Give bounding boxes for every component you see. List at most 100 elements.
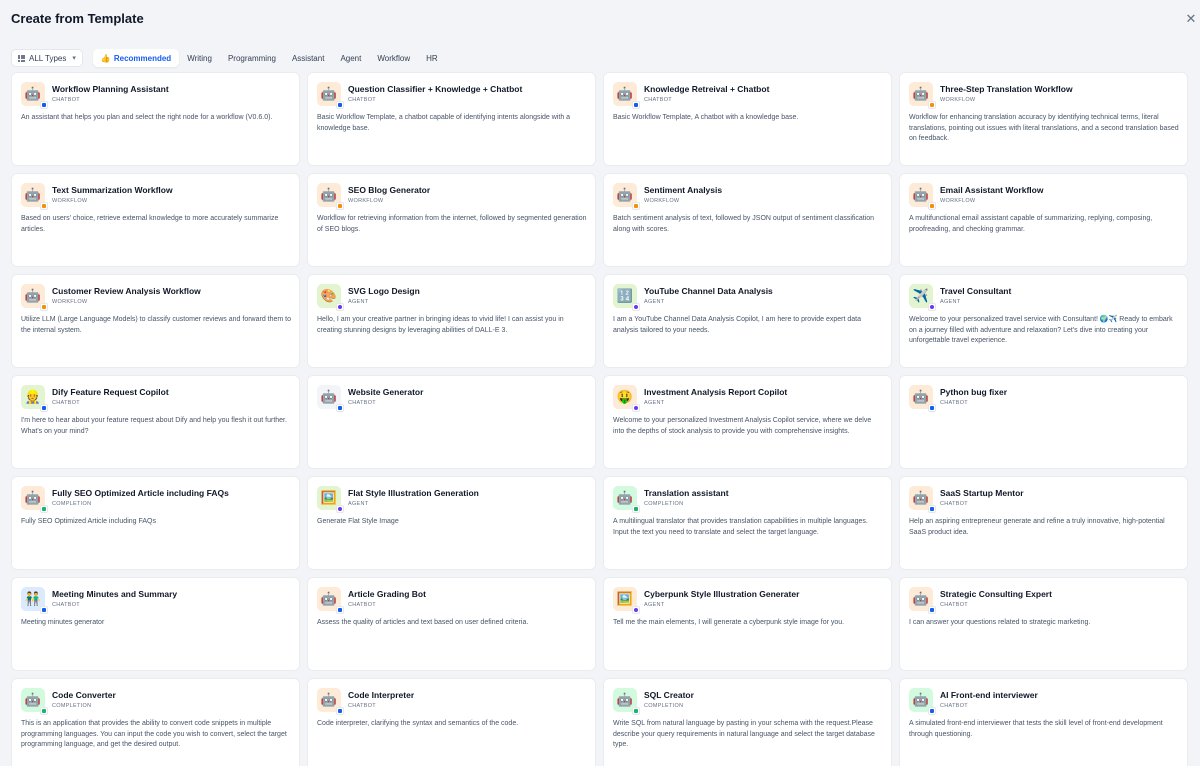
tab-assistant[interactable]: Assistant bbox=[284, 49, 332, 67]
tab-label: Writing bbox=[187, 53, 212, 63]
template-card[interactable]: 🤖 Text Summarization Workflow WORKFLOW Base… bbox=[11, 173, 300, 267]
template-card[interactable]: ✈️ Travel Consultant AGENT Welcome to your … bbox=[899, 274, 1188, 368]
tab-label: Assistant bbox=[291, 53, 325, 63]
type-select[interactable]: ALL Types ▾ bbox=[11, 49, 83, 67]
template-name: Strategic Consulting Expert bbox=[940, 589, 1052, 599]
app-emoji-icon: 🤖 bbox=[616, 86, 634, 101]
template-name: Investment Analysis Report Copilot bbox=[644, 387, 788, 397]
close-icon[interactable]: ✕ bbox=[1184, 12, 1198, 26]
template-type: CHATBOT bbox=[348, 602, 376, 608]
template-type: WORKFLOW bbox=[52, 299, 88, 305]
template-card[interactable]: 🤖 Knowledge Retreival + Chatbot CHATBOT Bas… bbox=[603, 72, 892, 166]
template-card[interactable]: 🤖 Sentiment Analysis WORKFLOW Batch sentime… bbox=[603, 173, 892, 267]
template-card[interactable]: 🤖 Website Generator CHATBOT bbox=[307, 375, 596, 469]
template-description: Meeting minutes generator bbox=[21, 619, 105, 626]
template-type: CHATBOT bbox=[940, 703, 968, 709]
chatbot-type-icon bbox=[632, 101, 640, 109]
template-card[interactable]: 👷 Dify Feature Request Copilot CHATBOT I'm … bbox=[11, 375, 300, 469]
template-name: Dify Feature Request Copilot bbox=[52, 387, 169, 397]
template-name: Three-Step Translation Workflow bbox=[940, 84, 1073, 94]
chatbot-type-icon bbox=[336, 606, 344, 614]
app-emoji-icon: 🤖 bbox=[320, 86, 338, 101]
template-name: Flat Style Illustration Generation bbox=[348, 488, 479, 498]
template-card[interactable]: 🤖 Email Assistant Workflow WORKFLOW A multi… bbox=[899, 173, 1188, 267]
template-description: Generate Flat Style Image bbox=[317, 518, 399, 525]
template-card[interactable]: 🔢 YouTube Channel Data Analysis AGENT I am … bbox=[603, 274, 892, 368]
app-icon: 🤖 bbox=[317, 587, 344, 614]
chevron-down-icon: ▾ bbox=[72, 55, 76, 62]
template-description: A simulated front-end interviewer that t… bbox=[909, 720, 1163, 738]
template-name: Email Assistant Workflow bbox=[940, 185, 1044, 195]
template-card[interactable]: 🤖 Three-Step Translation Workflow WORKFLOW… bbox=[899, 72, 1188, 166]
template-description: Help an aspiring entrepreneur generate a… bbox=[909, 518, 1165, 536]
template-card[interactable]: 🖼️ Cyberpunk Style Illustration Generater… bbox=[603, 577, 892, 671]
template-card[interactable]: 🤖 SEO Blog Generator WORKFLOW Workflow for … bbox=[307, 173, 596, 267]
tab-agent[interactable]: Agent bbox=[332, 49, 369, 67]
thumbs-up-icon: 👍 bbox=[100, 53, 111, 63]
template-type: WORKFLOW bbox=[52, 198, 88, 204]
template-card[interactable]: 🖼️ Flat Style Illustration Generation AGEN… bbox=[307, 476, 596, 570]
template-type: CHATBOT bbox=[940, 400, 968, 406]
template-description: Welcome to your personalized travel serv… bbox=[909, 316, 1173, 344]
template-card[interactable]: 🎨 SVG Logo Design AGENT Hello, I am your cr… bbox=[307, 274, 596, 368]
template-card[interactable]: 🤖 Workflow Planning Assistant CHATBOT An as… bbox=[11, 72, 300, 166]
app-icon: 🤖 bbox=[317, 183, 344, 210]
app-emoji-icon: 🤖 bbox=[320, 591, 338, 606]
template-name: YouTube Channel Data Analysis bbox=[644, 286, 773, 296]
app-icon: 🤖 bbox=[909, 82, 936, 109]
agent-type-icon bbox=[632, 404, 640, 412]
agent-type-icon bbox=[632, 303, 640, 311]
template-card[interactable]: 🤖 Fully SEO Optimized Article including F… bbox=[11, 476, 300, 570]
app-emoji-icon: 🎨 bbox=[320, 288, 338, 303]
workflow-type-icon bbox=[336, 202, 344, 210]
template-card[interactable]: 🤖 Python bug fixer CHATBOT bbox=[899, 375, 1188, 469]
workflow-type-icon bbox=[928, 101, 936, 109]
template-description: This is an application that provides the… bbox=[21, 720, 287, 748]
template-card[interactable]: 🤖 Code Converter COMPLETION This is an appl… bbox=[11, 678, 300, 766]
app-emoji-icon: 🤖 bbox=[912, 86, 930, 101]
template-description: A multifunctional email assistant capabl… bbox=[909, 215, 1153, 233]
template-type: COMPLETION bbox=[644, 703, 684, 709]
template-card[interactable]: 🤖 Article Grading Bot CHATBOT Assess the qu… bbox=[307, 577, 596, 671]
app-icon: 🤖 bbox=[909, 688, 936, 715]
completion-type-icon bbox=[632, 505, 640, 513]
chatbot-type-icon bbox=[928, 404, 936, 412]
app-icon: 🖼️ bbox=[317, 486, 344, 513]
template-card[interactable]: 🤖 SaaS Startup Mentor CHATBOT Help an aspir… bbox=[899, 476, 1188, 570]
app-emoji-icon: 🤖 bbox=[912, 389, 930, 404]
template-description: A multilingual translator that provides … bbox=[613, 518, 868, 536]
template-type: AGENT bbox=[644, 299, 665, 305]
template-type: AGENT bbox=[644, 400, 665, 406]
template-name: Workflow Planning Assistant bbox=[52, 84, 169, 94]
template-name: SaaS Startup Mentor bbox=[940, 488, 1024, 498]
template-description: I can answer your questions related to s… bbox=[909, 619, 1091, 626]
template-name: Python bug fixer bbox=[940, 387, 1008, 397]
app-emoji-icon: 🤖 bbox=[912, 490, 930, 505]
template-card[interactable]: 🤖 Question Classifier + Knowledge + Chatb… bbox=[307, 72, 596, 166]
tab-programming[interactable]: Programming bbox=[220, 49, 284, 67]
tab-hr[interactable]: HR bbox=[418, 49, 446, 67]
template-description: Code interpreter, clarifying the syntax … bbox=[317, 720, 519, 727]
app-icon: 🤖 bbox=[613, 183, 640, 210]
template-card[interactable]: 🤑 Investment Analysis Report Copilot AGENT… bbox=[603, 375, 892, 469]
template-card[interactable]: 🤖 SQL Creator COMPLETION Write SQL from nat… bbox=[603, 678, 892, 766]
tab-writing[interactable]: Writing bbox=[179, 49, 220, 67]
template-name: AI Front-end interviewer bbox=[940, 690, 1038, 700]
template-name: SQL Creator bbox=[644, 690, 694, 700]
tab-workflow[interactable]: Workflow bbox=[369, 49, 418, 67]
app-emoji-icon: 🤖 bbox=[616, 692, 634, 707]
app-icon: 👬 bbox=[21, 587, 48, 614]
category-tabs: 👍 Recommended Writing Programming Assistant A… bbox=[92, 49, 446, 67]
template-card[interactable]: 🤖 Code Interpreter CHATBOT Code interpreter… bbox=[307, 678, 596, 766]
template-card[interactable]: 🤖 Translation assistant COMPLETION A multil… bbox=[603, 476, 892, 570]
app-icon: 🔢 bbox=[613, 284, 640, 311]
chatbot-type-icon bbox=[336, 101, 344, 109]
template-card[interactable]: 🤖 AI Front-end interviewer CHATBOT A simula… bbox=[899, 678, 1188, 766]
template-card[interactable]: 🤖 Customer Review Analysis Workflow WORKFL… bbox=[11, 274, 300, 368]
template-card[interactable]: 🤖 Strategic Consulting Expert CHATBOT I can… bbox=[899, 577, 1188, 671]
tab-recommended[interactable]: 👍 Recommended bbox=[92, 49, 180, 67]
app-icon: 🤖 bbox=[317, 688, 344, 715]
template-card[interactable]: 👬 Meeting Minutes and Summary CHATBOT Meeti… bbox=[11, 577, 300, 671]
template-name: Text Summarization Workflow bbox=[52, 185, 173, 195]
template-type: CHATBOT bbox=[940, 602, 968, 608]
